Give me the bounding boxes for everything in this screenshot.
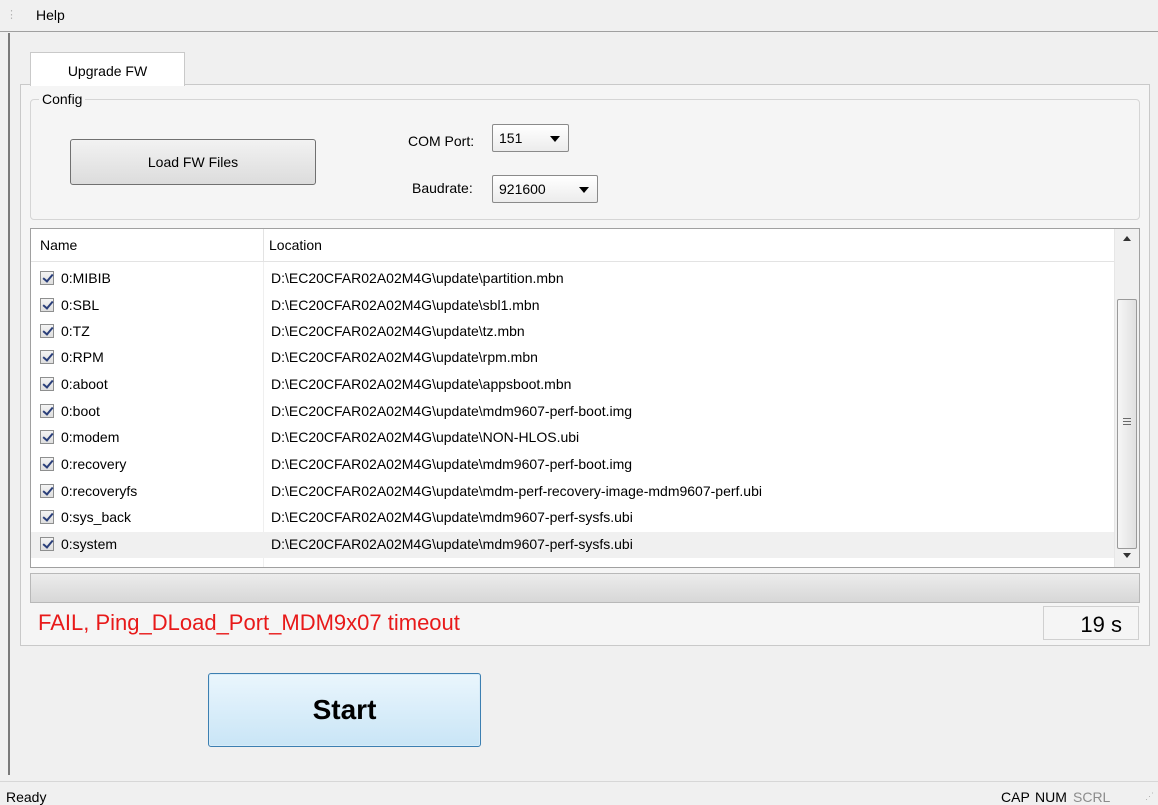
thumb-grip-icon bbox=[1123, 418, 1131, 419]
baudrate-select[interactable]: 921600 bbox=[492, 175, 598, 203]
column-header-location[interactable]: Location bbox=[269, 237, 322, 253]
caps-lock-indicator: CAP bbox=[1001, 789, 1030, 805]
row-name: 0:boot bbox=[61, 403, 100, 419]
upgrade-progress-bar bbox=[30, 573, 1140, 603]
row-location: D:\EC20CFAR02A02M4G\update\sbl1.mbn bbox=[271, 297, 540, 313]
list-item-selected[interactable]: 0:system D:\EC20CFAR02A02M4G\update\mdm9… bbox=[31, 532, 1114, 558]
list-header: Name Location bbox=[31, 229, 1114, 262]
list-item[interactable]: 0:modem D:\EC20CFAR02A02M4G\update\NON-H… bbox=[31, 425, 1114, 451]
list-item[interactable]: 0:MIBIB D:\EC20CFAR02A02M4G\update\parti… bbox=[31, 266, 1114, 292]
list-item[interactable]: 0:boot D:\EC20CFAR02A02M4G\update\mdm960… bbox=[31, 399, 1114, 425]
row-name: 0:modem bbox=[61, 429, 120, 445]
menubar-grip-icon: ⋮ bbox=[6, 9, 17, 21]
resize-grip-icon[interactable]: ⋰ bbox=[1145, 791, 1154, 802]
row-name: 0:sys_back bbox=[61, 509, 132, 525]
row-name: 0:system bbox=[61, 536, 118, 552]
row-checkbox[interactable] bbox=[40, 457, 54, 471]
row-location: D:\EC20CFAR02A02M4G\update\tz.mbn bbox=[271, 323, 525, 339]
row-name: 0:TZ bbox=[61, 323, 90, 339]
row-name: 0:recoveryfs bbox=[61, 483, 138, 499]
row-checkbox[interactable] bbox=[40, 510, 54, 524]
row-location: D:\EC20CFAR02A02M4G\update\mdm9607-perf-… bbox=[271, 536, 633, 552]
list-vertical-scrollbar[interactable] bbox=[1114, 229, 1139, 567]
row-checkbox[interactable] bbox=[40, 377, 54, 391]
row-location: D:\EC20CFAR02A02M4G\update\appsboot.mbn bbox=[271, 376, 572, 392]
firmware-file-list[interactable]: Name Location 0:MIBIB D:\EC20CFAR02A02M4… bbox=[30, 228, 1140, 568]
elapsed-time-box: 19 s bbox=[1043, 606, 1139, 640]
baudrate-label: Baudrate: bbox=[412, 180, 473, 196]
row-checkbox[interactable] bbox=[40, 430, 54, 444]
load-fw-files-button[interactable]: Load FW Files bbox=[70, 139, 316, 185]
baudrate-value: 921600 bbox=[499, 181, 546, 197]
status-bar-ready: Ready bbox=[6, 789, 47, 805]
column-header-name[interactable]: Name bbox=[40, 237, 77, 253]
scroll-up-arrow-icon[interactable] bbox=[1123, 236, 1131, 241]
row-checkbox[interactable] bbox=[40, 298, 54, 312]
tab-upgrade-fw[interactable]: Upgrade FW bbox=[30, 52, 185, 86]
list-item[interactable]: 0:RPM D:\EC20CFAR02A02M4G\update\rpm.mbn bbox=[31, 345, 1114, 371]
scroll-lock-indicator: SCRL bbox=[1073, 789, 1111, 805]
row-checkbox[interactable] bbox=[40, 537, 54, 551]
com-port-label: COM Port: bbox=[408, 133, 475, 149]
list-item[interactable]: 0:recovery D:\EC20CFAR02A02M4G\update\md… bbox=[31, 452, 1114, 478]
row-location: D:\EC20CFAR02A02M4G\update\mdm9607-perf-… bbox=[271, 456, 633, 472]
row-checkbox[interactable] bbox=[40, 404, 54, 418]
com-port-select[interactable]: 151 bbox=[492, 124, 569, 152]
row-checkbox[interactable] bbox=[40, 350, 54, 364]
column-divider[interactable] bbox=[263, 229, 264, 262]
list-item[interactable]: 0:SBL D:\EC20CFAR02A02M4G\update\sbl1.mb… bbox=[31, 293, 1114, 319]
row-checkbox[interactable] bbox=[40, 324, 54, 338]
list-item[interactable]: 0:TZ D:\EC20CFAR02A02M4G\update\tz.mbn bbox=[31, 319, 1114, 345]
com-port-value: 151 bbox=[499, 130, 523, 146]
row-checkbox[interactable] bbox=[40, 271, 54, 285]
scroll-down-arrow-icon[interactable] bbox=[1123, 553, 1131, 558]
list-item[interactable]: 0:aboot D:\EC20CFAR02A02M4G\update\appsb… bbox=[31, 372, 1114, 398]
scrollbar-thumb[interactable] bbox=[1117, 299, 1137, 549]
config-group-label: Config bbox=[39, 91, 86, 107]
row-name: 0:aboot bbox=[61, 376, 108, 392]
menu-bar: ⋮ Help bbox=[0, 0, 1158, 32]
row-checkbox[interactable] bbox=[40, 484, 54, 498]
list-item[interactable]: 0:recoveryfs D:\EC20CFAR02A02M4G\update\… bbox=[31, 479, 1114, 505]
row-name: 0:recovery bbox=[61, 456, 127, 472]
row-name: 0:MIBIB bbox=[61, 270, 111, 286]
num-lock-indicator: NUM bbox=[1035, 789, 1067, 805]
start-button[interactable]: Start bbox=[208, 673, 481, 747]
status-message: FAIL, Ping_DLoad_Port_MDM9x07 timeout bbox=[38, 610, 460, 635]
row-name: 0:RPM bbox=[61, 349, 104, 365]
menu-help[interactable]: Help bbox=[36, 7, 65, 23]
elapsed-time: 19 s bbox=[1080, 612, 1122, 637]
row-location: D:\EC20CFAR02A02M4G\update\partition.mbn bbox=[271, 270, 564, 286]
chevron-down-icon bbox=[550, 136, 560, 142]
row-location: D:\EC20CFAR02A02M4G\update\NON-HLOS.ubi bbox=[271, 429, 580, 445]
row-location: D:\EC20CFAR02A02M4G\update\mdm9607-perf-… bbox=[271, 509, 633, 525]
chevron-down-icon bbox=[579, 187, 589, 193]
list-item[interactable]: 0:sys_back D:\EC20CFAR02A02M4G\update\md… bbox=[31, 505, 1114, 531]
row-location: D:\EC20CFAR02A02M4G\update\mdm-perf-reco… bbox=[271, 483, 762, 499]
status-bar: Ready CAP NUM SCRL ⋰ bbox=[0, 781, 1158, 805]
row-location: D:\EC20CFAR02A02M4G\update\rpm.mbn bbox=[271, 349, 538, 365]
row-name: 0:SBL bbox=[61, 297, 100, 313]
row-location: D:\EC20CFAR02A02M4G\update\mdm9607-perf-… bbox=[271, 403, 633, 419]
